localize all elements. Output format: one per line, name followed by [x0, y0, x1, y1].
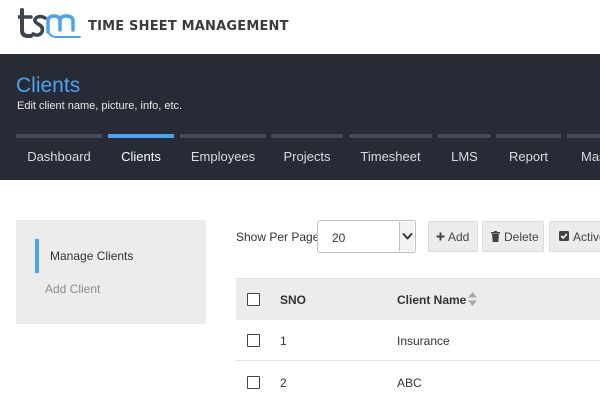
active-button-label: Active: [573, 230, 600, 244]
row-client-name: Insurance: [397, 334, 450, 348]
page-title: Clients: [16, 74, 81, 97]
page-header: Clients Edit client name, picture, info,…: [0, 54, 600, 180]
tab-indicator: [567, 134, 600, 138]
add-button[interactable]: Add: [428, 221, 478, 252]
per-page-value: 20: [332, 231, 346, 245]
table-row[interactable]: 1 Insurance: [236, 320, 600, 361]
tab-label: Employees: [190, 149, 256, 164]
row-checkbox[interactable]: [247, 376, 260, 389]
tab-clients[interactable]: Clients: [108, 134, 174, 180]
tab-report[interactable]: Report: [496, 134, 561, 180]
delete-button-label: Delete: [504, 230, 539, 244]
tab-indicator: [349, 134, 432, 138]
tab-label: Clients: [121, 149, 161, 164]
row-sno: 2: [280, 376, 287, 390]
active-button[interactable]: Active: [549, 221, 600, 252]
main-nav-tabs: Dashboard Clients Employees Projects Tim…: [0, 134, 600, 180]
tsm-logo[interactable]: [18, 6, 84, 40]
table-row[interactable]: 2 ABC: [236, 361, 600, 402]
tab-indicator: [438, 134, 491, 138]
tab-timesheet[interactable]: Timesheet: [349, 134, 432, 180]
checkbox-checked-icon: [559, 231, 569, 241]
sidebar-item-manage-clients[interactable]: Manage Clients: [35, 239, 206, 273]
tab-indicator: [180, 134, 266, 138]
chevron-down-icon: [399, 222, 414, 251]
column-header-sno[interactable]: SNO: [280, 293, 306, 307]
add-button-label: Add: [448, 230, 470, 244]
sidebar-item-add-client[interactable]: Add Client: [35, 272, 206, 306]
tab-label: Projects: [283, 149, 331, 164]
tab-indicator: [108, 134, 174, 138]
plus-icon: [436, 232, 445, 241]
tab-employees[interactable]: Employees: [180, 134, 266, 180]
column-header-client-name[interactable]: Client Name: [397, 293, 466, 307]
sidebar: Manage Clients Add Client: [16, 220, 206, 324]
show-per-page-label: Show Per Page: [236, 230, 320, 244]
brand-bar: TIME SHEET MANAGEMENT: [0, 0, 600, 54]
tab-dashboard[interactable]: Dashboard: [16, 134, 102, 180]
delete-button[interactable]: Delete: [482, 221, 544, 252]
sort-icon[interactable]: [467, 291, 478, 307]
select-all-checkbox[interactable]: [247, 293, 260, 306]
tab-indicator: [16, 134, 102, 138]
tab-label: LMS: [451, 149, 478, 164]
sidebar-item-label: Add Client: [45, 282, 101, 296]
tab-lms[interactable]: LMS: [438, 134, 491, 180]
tab-masters[interactable]: Mas: [567, 134, 600, 180]
tab-label: Dashboard: [27, 149, 91, 164]
tab-projects[interactable]: Projects: [271, 134, 343, 180]
sidebar-item-label: Manage Clients: [50, 249, 134, 263]
table-header: SNO Client Name: [236, 278, 600, 320]
per-page-select[interactable]: 20: [317, 220, 416, 253]
tab-indicator: [271, 134, 343, 138]
trash-icon: [491, 231, 500, 242]
row-checkbox[interactable]: [247, 334, 260, 347]
tab-indicator: [496, 134, 561, 138]
tab-label: Timesheet: [360, 149, 421, 164]
page-subtitle: Edit client name, picture, info, etc.: [17, 100, 183, 112]
tab-label: Mas: [581, 149, 600, 164]
row-sno: 1: [280, 334, 287, 348]
row-client-name: ABC: [397, 376, 422, 390]
brand-title: TIME SHEET MANAGEMENT: [88, 19, 289, 34]
tab-label: Report: [508, 149, 549, 164]
